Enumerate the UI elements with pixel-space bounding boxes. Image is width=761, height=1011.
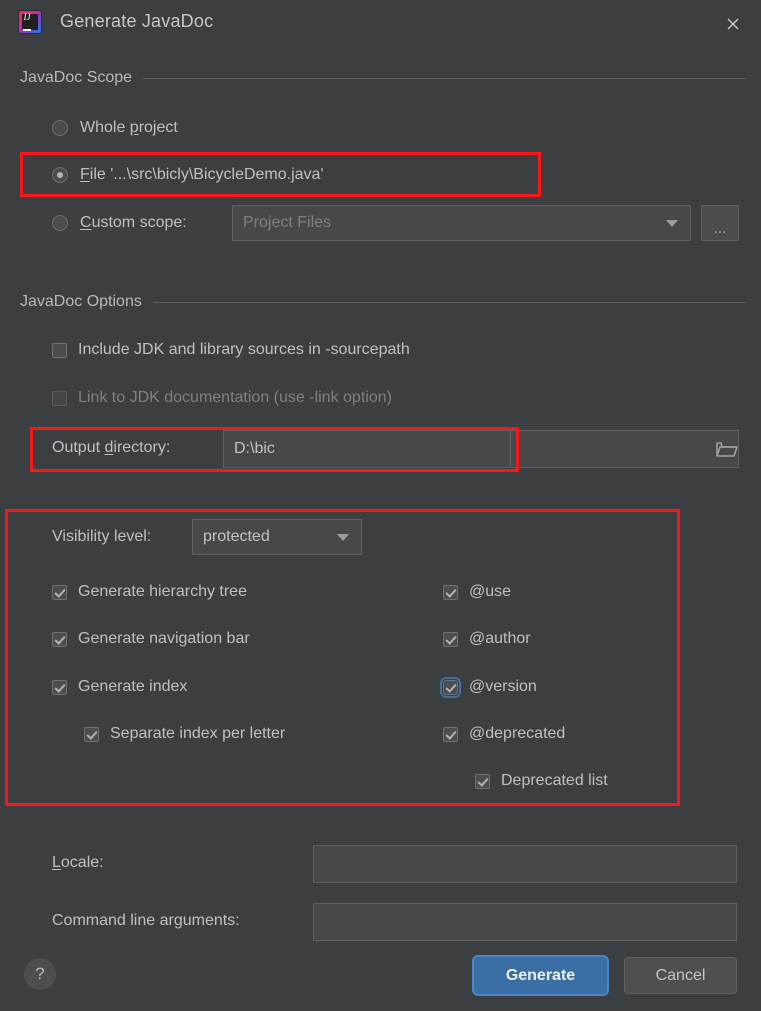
dialog-title: Generate JavaDoc <box>60 11 214 31</box>
dialog-titlebar: IJ Generate JavaDoc <box>0 0 761 48</box>
generate-button[interactable]: Generate <box>474 957 607 994</box>
folder-icon[interactable] <box>716 440 738 463</box>
checkbox-generate-navigation-bar[interactable]: Generate navigation bar <box>52 630 250 648</box>
checkbox-generate-index-label: Generate index <box>78 678 188 695</box>
visibility-level-combobox[interactable]: protected <box>192 519 362 555</box>
checkbox-deprecated-list-label: Deprecated list <box>501 772 608 789</box>
checkbox-link-to-jdk-docs[interactable]: Link to JDK documentation (use -link opt… <box>52 389 392 407</box>
checkbox-separate-index-per-letter-label: Separate index per letter <box>110 725 286 742</box>
custom-scope-combobox[interactable]: Project Files <box>232 205 691 241</box>
radio-custom-scope[interactable]: Custom scope: <box>52 214 187 232</box>
checkbox-link-to-jdk-docs-label: Link to JDK documentation (use -link opt… <box>78 389 392 406</box>
checkbox-indicator <box>52 584 67 600</box>
checkbox-tag-use[interactable]: @use <box>443 583 511 601</box>
custom-scope-value: Project Files <box>243 214 332 231</box>
checkbox-tag-use-label: @use <box>469 583 512 600</box>
close-icon[interactable] <box>719 10 747 38</box>
output-directory-label: Output directory: <box>52 439 171 456</box>
locale-input[interactable] <box>313 845 737 883</box>
checkbox-generate-navigation-bar-label: Generate navigation bar <box>78 630 250 647</box>
radio-whole-project[interactable]: Whole project <box>52 119 178 137</box>
checkbox-generate-hierarchy-tree-label: Generate hierarchy tree <box>78 583 247 600</box>
checkbox-indicator <box>443 631 458 647</box>
generate-javadoc-dialog: IJ Generate JavaDoc JavaDoc Scope Whole … <box>0 0 761 1011</box>
radio-file-scope-label: File '...\src\bicly\BicycleDemo.java' <box>80 166 324 183</box>
checkbox-include-jdk-sources-label: Include JDK and library sources in -sour… <box>78 341 410 358</box>
checkbox-indicator <box>443 726 458 742</box>
checkbox-separate-index-per-letter[interactable]: Separate index per letter <box>84 725 285 743</box>
checkbox-indicator <box>52 390 67 406</box>
visibility-level-value: protected <box>203 528 270 545</box>
radio-whole-project-label: Whole project <box>80 119 178 136</box>
radio-indicator <box>52 167 68 183</box>
checkbox-tag-version[interactable]: @version <box>440 676 537 698</box>
group-divider <box>143 77 746 79</box>
checkbox-include-jdk-sources[interactable]: Include JDK and library sources in -sour… <box>52 341 410 359</box>
javadoc-scope-group-header: JavaDoc Scope <box>20 68 746 88</box>
checkbox-indicator <box>52 631 67 647</box>
checkbox-tag-deprecated-label: @deprecated <box>469 725 566 742</box>
checkbox-indicator <box>52 342 67 358</box>
output-directory-input[interactable]: D:\bic <box>223 430 511 468</box>
checkbox-indicator <box>443 584 458 600</box>
command-line-arguments-label: Command line arguments: <box>52 912 240 929</box>
javadoc-options-label: JavaDoc Options <box>20 293 142 310</box>
checkbox-generate-index[interactable]: Generate index <box>52 678 187 696</box>
checkbox-deprecated-list[interactable]: Deprecated list <box>475 772 608 790</box>
checkbox-indicator <box>475 773 490 789</box>
radio-file-scope[interactable]: File '...\src\bicly\BicycleDemo.java' <box>52 166 324 184</box>
cancel-button[interactable]: Cancel <box>624 957 737 994</box>
checkbox-tag-author-label: @author <box>469 630 531 647</box>
radio-custom-scope-label: Custom scope: <box>80 214 187 231</box>
group-divider <box>152 301 746 303</box>
intellij-idea-icon-label: IJ <box>23 12 31 22</box>
checkbox-indicator <box>84 726 99 742</box>
visibility-level-label: Visibility level: <box>52 528 152 545</box>
chevron-down-icon <box>337 534 349 541</box>
locale-label: Locale: <box>52 854 104 871</box>
checkbox-tag-deprecated[interactable]: @deprecated <box>443 725 565 743</box>
checkbox-tag-author[interactable]: @author <box>443 630 531 648</box>
intellij-idea-icon: IJ <box>19 11 41 33</box>
radio-indicator <box>52 215 68 231</box>
chevron-down-icon <box>666 220 678 227</box>
checkbox-indicator <box>52 679 67 695</box>
help-button[interactable]: ? <box>24 958 56 990</box>
output-directory-value: D:\bic <box>234 440 275 457</box>
checkbox-tag-version-label: @version <box>469 678 537 695</box>
checkbox-indicator <box>440 676 461 698</box>
radio-indicator <box>52 120 68 136</box>
javadoc-scope-label: JavaDoc Scope <box>20 69 133 86</box>
custom-scope-browse-button[interactable]: ... <box>701 205 739 241</box>
javadoc-options-group-header: JavaDoc Options <box>20 292 746 312</box>
command-line-arguments-input[interactable] <box>313 903 737 941</box>
checkbox-generate-hierarchy-tree[interactable]: Generate hierarchy tree <box>52 583 247 601</box>
